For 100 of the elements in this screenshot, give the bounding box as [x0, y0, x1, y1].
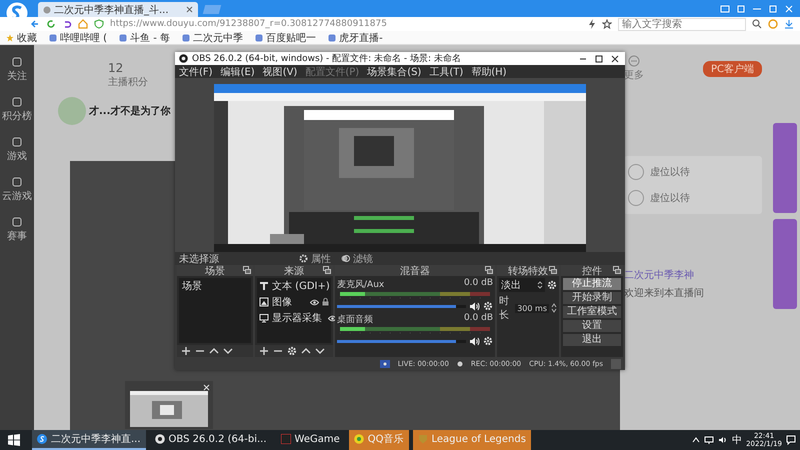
transition-dropdown[interactable]: 淡出	[499, 278, 545, 292]
search-icon[interactable]	[752, 19, 762, 29]
network-icon[interactable]	[704, 436, 714, 444]
duration-label: 时长	[499, 294, 510, 322]
taskbar-app-button[interactable]: OBS 26.0.2 (64-bi...	[150, 430, 272, 450]
chevron-up-icon[interactable]	[692, 436, 700, 444]
restore-icon[interactable]	[768, 5, 778, 13]
properties-button[interactable]: 属性	[299, 252, 331, 266]
menu-item[interactable]: 帮助(H)	[471, 64, 507, 78]
favicon-icon	[182, 34, 190, 42]
bookmark-link[interactable]: 二次元中季	[182, 30, 244, 44]
lightning-icon[interactable]	[588, 19, 596, 29]
square-outline-icon	[12, 137, 22, 147]
dock-title: 控件	[582, 264, 602, 278]
control-button[interactable]: 开始录制	[563, 292, 621, 304]
sidebar-item[interactable]: 游戏	[7, 137, 27, 163]
star-icon[interactable]	[602, 19, 612, 29]
maximize-icon[interactable]	[593, 54, 605, 62]
volume-reading: 0.0 dB	[464, 313, 493, 325]
duration-field[interactable]: 300 ms	[515, 304, 549, 312]
score-label: 主播积分	[108, 76, 148, 89]
download-icon[interactable]	[784, 19, 794, 29]
gear-icon[interactable]	[547, 280, 557, 290]
dock-title: 场景	[205, 264, 225, 278]
bookmark-link[interactable]: 斗鱼 - 每	[119, 30, 170, 44]
eye-icon[interactable]	[310, 298, 319, 306]
menu-item[interactable]: 视图(V)	[262, 64, 298, 78]
no-source-label: 未选择源	[179, 252, 220, 266]
plus-icon[interactable]	[181, 346, 191, 356]
bookmark-link[interactable]: 虎牙直播-	[328, 30, 383, 44]
monitor-icon	[259, 313, 269, 323]
star-icon	[6, 34, 14, 42]
window-title: OBS 26.0.2 (64-bit, windows) - 配置文件: 未命名 - 场景: 未命名	[192, 52, 461, 65]
source-name: 图像	[272, 296, 292, 309]
bookmark-link[interactable]: 哔哩哔哩 (	[49, 30, 108, 44]
speaker-icon[interactable]	[469, 302, 480, 310]
gear-icon[interactable]	[483, 336, 493, 346]
filters-button[interactable]: 滤镜	[341, 252, 373, 266]
obs-logo-icon	[179, 54, 188, 63]
float-icon[interactable]	[243, 266, 251, 274]
speaker-icon[interactable]	[469, 336, 480, 346]
address-field[interactable]: https://www.douyu.com/91238807_r=0.30812774880911875	[110, 19, 582, 29]
dock-title: 混音器	[400, 264, 430, 278]
favicon-icon	[119, 34, 128, 42]
square-outline-icon	[12, 97, 22, 107]
image-icon	[259, 297, 269, 307]
spinner-icon[interactable]	[551, 303, 557, 313]
browser-logo-icon	[37, 434, 47, 444]
sidebar-item[interactable]: 关注	[7, 57, 27, 83]
taskbar-app-button[interactable]: WeGame	[276, 430, 345, 450]
input-method-indicator[interactable]: 中	[732, 433, 742, 447]
source-item[interactable]: 图像	[257, 294, 331, 310]
gear-icon	[299, 254, 308, 263]
volume-slider[interactable]	[337, 304, 466, 308]
refresh-icon[interactable]	[46, 19, 56, 29]
menu-item[interactable]: 场景集合(S)	[367, 64, 422, 78]
avatar-circle	[628, 190, 644, 206]
channel-name: 桌面音频	[337, 314, 373, 326]
notification-icon[interactable]	[786, 435, 796, 445]
chevron-up-icon[interactable]	[301, 346, 311, 356]
undo-icon[interactable]	[62, 19, 72, 29]
close-icon[interactable]	[609, 54, 621, 62]
bookmark-link[interactable]: 收藏	[6, 30, 37, 44]
control-button[interactable]: 退出	[563, 334, 621, 346]
favicon-icon	[49, 34, 57, 42]
menu-item[interactable]: 编辑(E)	[220, 64, 255, 78]
volume-slider[interactable]	[337, 340, 466, 342]
chevron-down-icon[interactable]	[223, 346, 233, 356]
windows-start-icon[interactable]	[8, 434, 20, 446]
menu-item[interactable]: 工具(T)	[429, 64, 464, 78]
float-icon[interactable]	[323, 266, 331, 274]
float-icon[interactable]	[549, 266, 557, 274]
volume-reading: 0.0 dB	[464, 278, 493, 290]
chevron-up-icon[interactable]	[209, 346, 219, 356]
chevron-down-icon[interactable]	[315, 346, 325, 356]
back-arrow-icon[interactable]	[30, 19, 40, 29]
taskbar-app-button[interactable]: 二次元中季李神直...	[32, 430, 146, 450]
gear-icon[interactable]	[287, 346, 297, 356]
menu-item[interactable]: 文件(F)	[179, 64, 213, 78]
plus-icon[interactable]	[259, 346, 269, 356]
eye-icon[interactable]	[328, 314, 337, 322]
control-button[interactable]: 停止推流	[563, 278, 621, 290]
browser-tab[interactable]: 二次元中季李神直播_斗...	[38, 2, 198, 17]
gear-icon[interactable]	[483, 301, 493, 311]
sidebar-item[interactable]: 积分榜	[2, 97, 32, 123]
speaker-icon[interactable]	[718, 436, 728, 444]
control-button[interactable]: 设置	[563, 320, 621, 332]
square-outline-icon	[12, 177, 22, 187]
page-favicon	[43, 6, 51, 14]
sidebar-item[interactable]: 赛事	[7, 217, 27, 243]
float-icon[interactable]	[613, 266, 621, 274]
scene-item[interactable]: 场景	[179, 278, 251, 294]
channel-name: 麦克风/Aux	[337, 278, 384, 291]
square-outline-icon	[12, 217, 22, 227]
bookmark-link[interactable]: 百度贴吧一	[255, 30, 316, 44]
sidebar-item[interactable]: 云游戏	[2, 177, 32, 203]
dots-icon	[628, 55, 640, 67]
float-icon[interactable]	[485, 266, 493, 274]
lock-icon[interactable]	[322, 298, 329, 306]
control-button[interactable]: 工作室模式	[563, 306, 621, 318]
